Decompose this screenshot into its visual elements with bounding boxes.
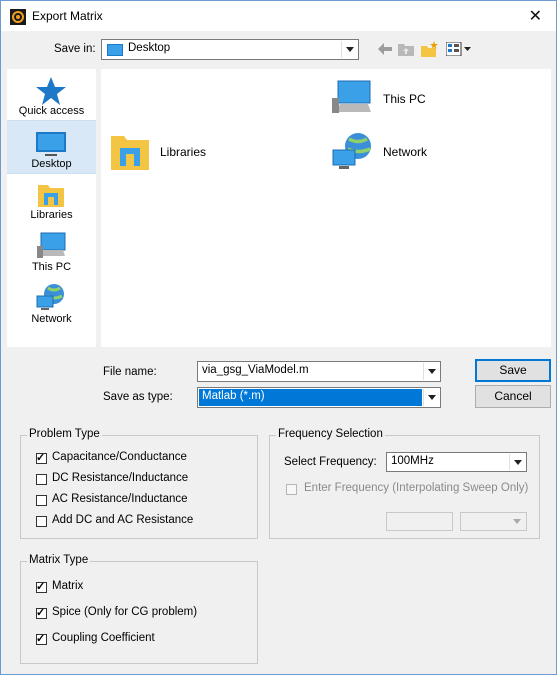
file-name-value: via_gsg_ViaModel.m: [202, 364, 309, 376]
save-in-value: Desktop: [128, 42, 171, 54]
matrix-type-group: Matrix Type ✓ Matrix ✓ Spice (Only for C…: [20, 554, 258, 664]
ac-resistance-label: AC Resistance/Inductance: [52, 493, 188, 505]
title-bar: Export Matrix ✕: [1, 1, 556, 31]
add-dc-ac-checkbox[interactable]: [36, 516, 47, 527]
file-item-label: Libraries: [160, 145, 207, 159]
network-globe-icon: [332, 133, 371, 169]
export-matrix-dialog: Export Matrix ✕ Save in: Desktop Quick a…: [0, 0, 557, 675]
place-libraries[interactable]: Libraries: [7, 173, 96, 225]
place-this-pc[interactable]: This PC: [7, 225, 96, 277]
chevron-down-icon[interactable]: [341, 41, 357, 58]
place-label: Desktop: [31, 158, 72, 170]
enter-frequency-label: Enter Frequency (Interpolating Sweep Onl…: [304, 482, 529, 494]
network-globe-icon: [36, 284, 64, 310]
file-item-label: Network: [383, 145, 428, 159]
file-item-this-pc[interactable]: This PC: [332, 80, 462, 120]
places-bar: Quick access Desktop Libraries This PC N…: [7, 69, 96, 347]
place-quick-access[interactable]: Quick access: [7, 69, 96, 119]
back-arrow-icon[interactable]: [378, 43, 392, 55]
file-item-libraries[interactable]: Libraries: [109, 132, 239, 174]
coupling-coefficient-checkbox[interactable]: ✓: [36, 633, 47, 645]
cancel-button[interactable]: Cancel: [475, 385, 551, 408]
file-list[interactable]: This PC Libraries Network: [101, 69, 551, 347]
problem-type-group: Problem Type ✓ Capacitance/Conductance D…: [20, 428, 258, 539]
libraries-folder-icon: [111, 136, 149, 170]
computer-icon: [37, 232, 66, 258]
ac-resistance-checkbox[interactable]: [36, 495, 47, 506]
select-frequency-label: Select Frequency:: [284, 456, 377, 468]
place-label: This PC: [31, 261, 72, 273]
spice-checkbox[interactable]: ✓: [36, 607, 47, 619]
desktop-icon: [36, 132, 66, 156]
matrix-type-title: Matrix Type: [27, 554, 91, 566]
frequency-unit-dropdown[interactable]: [460, 512, 527, 531]
place-network[interactable]: Network: [7, 277, 96, 329]
save-in-label: Save in:: [54, 43, 96, 55]
select-frequency-value: 100MHz: [391, 455, 434, 467]
add-dc-ac-label: Add DC and AC Resistance: [52, 514, 194, 526]
place-label: Network: [31, 313, 72, 325]
frequency-selection-group: Frequency Selection Select Frequency: 10…: [269, 428, 540, 539]
capacitance-label: Capacitance/Conductance: [52, 451, 187, 463]
check-mark-icon: ✓: [36, 581, 46, 593]
select-frequency-dropdown[interactable]: 100MHz: [386, 452, 527, 472]
enter-frequency-checkbox[interactable]: [286, 484, 297, 495]
problem-type-title: Problem Type: [27, 428, 102, 440]
check-mark-icon: ✓: [36, 633, 46, 645]
up-folder-icon[interactable]: [398, 42, 414, 56]
save-in-combo[interactable]: Desktop: [101, 39, 359, 60]
check-mark-icon: ✓: [36, 452, 46, 464]
new-folder-icon[interactable]: [421, 41, 439, 57]
dc-resistance-label: DC Resistance/Inductance: [52, 472, 189, 484]
chevron-down-icon: [513, 519, 521, 524]
save-as-type-value: Matlab (*.m): [202, 390, 265, 402]
dc-resistance-checkbox[interactable]: [36, 474, 47, 485]
place-desktop[interactable]: Desktop: [7, 120, 96, 174]
libraries-folder-icon: [38, 185, 64, 207]
frequency-selection-title: Frequency Selection: [276, 428, 385, 440]
place-label: Libraries: [30, 209, 73, 221]
file-item-network[interactable]: Network: [332, 132, 462, 174]
matrix-checkbox[interactable]: ✓: [36, 581, 47, 593]
check-mark-icon: ✓: [36, 607, 46, 619]
spice-label: Spice (Only for CG problem): [52, 606, 198, 618]
chevron-down-icon[interactable]: [423, 363, 439, 380]
close-button[interactable]: ✕: [529, 6, 542, 26]
view-menu-icon[interactable]: [446, 42, 472, 56]
file-item-label: This PC: [383, 92, 426, 106]
frequency-value-input[interactable]: [386, 512, 453, 531]
capacitance-checkbox[interactable]: ✓: [36, 452, 47, 464]
chevron-down-icon[interactable]: [509, 454, 525, 470]
star-icon: [36, 77, 66, 105]
matrix-label: Matrix: [52, 580, 84, 592]
coupling-coefficient-label: Coupling Coefficient: [52, 632, 155, 644]
chevron-down-icon[interactable]: [423, 389, 439, 406]
save-button[interactable]: Save: [475, 359, 551, 382]
save-as-type-select[interactable]: Matlab (*.m): [197, 387, 441, 408]
computer-icon: [332, 80, 371, 113]
app-icon: [10, 9, 26, 25]
desktop-icon: [107, 44, 123, 56]
save-as-type-label: Save as type:: [103, 391, 173, 403]
file-name-input[interactable]: via_gsg_ViaModel.m: [197, 361, 441, 382]
window-title: Export Matrix: [32, 9, 103, 23]
file-name-label: File name:: [103, 366, 157, 378]
place-label: Quick access: [18, 105, 85, 117]
